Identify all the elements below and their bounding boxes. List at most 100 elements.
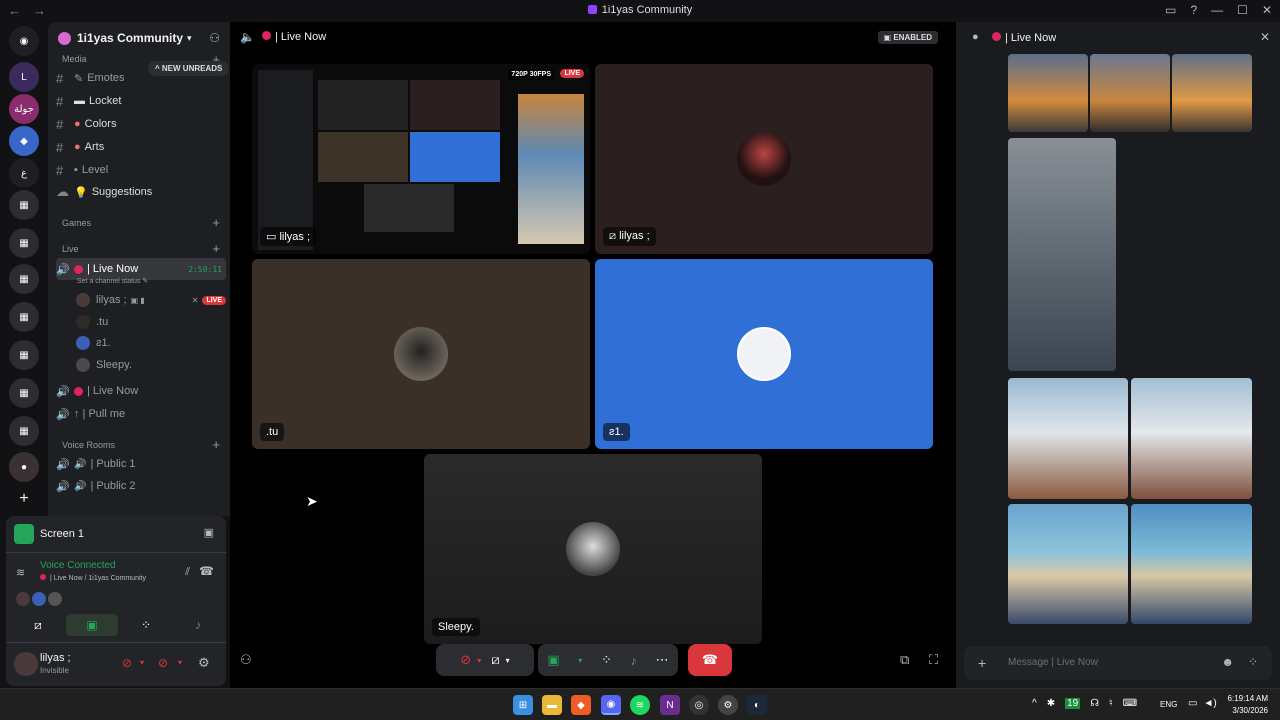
channel-colors[interactable]: # ● Colors (56, 114, 226, 134)
camera-off-button[interactable]: ⧄ (12, 614, 64, 636)
tray-app-icon[interactable]: 19 (1065, 698, 1081, 709)
close-chat-icon[interactable]: ✕ (1260, 30, 1270, 44)
leave-call-button[interactable]: ☎ (688, 644, 732, 676)
deafen-icon[interactable]: ⊘ (158, 656, 168, 670)
invite-icon[interactable]: ⚇ (240, 652, 252, 668)
inbox-icon[interactable]: ▭ (1165, 3, 1176, 17)
emoji-icon[interactable]: ☻ (1221, 655, 1234, 669)
voice-status[interactable]: Voice Connected (40, 560, 116, 571)
disconnect-icon[interactable]: ☎ (199, 564, 214, 578)
category-voice-rooms[interactable]: Voice Rooms (62, 440, 115, 450)
attachment-image[interactable] (1131, 504, 1252, 624)
attach-plus-icon[interactable]: + (978, 655, 986, 671)
voice-channel-live-now-2[interactable]: 🔊 | Live Now (56, 381, 226, 401)
stream-tile[interactable]: 720P 30FPS LIVE ▭ lilyas ; (252, 64, 590, 254)
voice-user[interactable]: ƨ1. (76, 333, 226, 353)
settings-icon[interactable]: ⚙ (718, 695, 738, 715)
server-icon[interactable]: L (9, 62, 39, 92)
signal-icon[interactable]: ≋ (16, 566, 25, 579)
voice-channel-pull-me[interactable]: 🔊 ↑ | Pull me (56, 404, 226, 424)
chevron-down-icon[interactable]: ▾ (578, 656, 582, 665)
maximize-button[interactable]: ☐ (1237, 3, 1248, 17)
chevron-down-icon[interactable]: ▾ (178, 658, 182, 667)
steam-icon[interactable]: ◐ (747, 695, 767, 715)
app-icon[interactable]: ◎ (689, 695, 709, 715)
server-folder-icon[interactable]: ▦ (9, 228, 39, 258)
server-icon[interactable]: ◆ (9, 126, 39, 156)
stop-stream-icon[interactable]: ▣ (204, 526, 214, 539)
channel-locket[interactable]: # ▬ Locket (56, 91, 226, 111)
avatar[interactable] (16, 592, 30, 606)
activities-icon[interactable]: ⁘ (601, 652, 612, 668)
headphones-icon[interactable]: ☊ (1090, 698, 1099, 709)
popout-icon[interactable]: ⧉ (900, 652, 909, 668)
mic-muted-icon[interactable]: ⊘ (122, 656, 132, 670)
chevron-down-icon[interactable]: ▾ (506, 656, 510, 665)
avatar[interactable] (48, 592, 62, 606)
soundboard-icon[interactable]: ♪ (631, 653, 638, 668)
screen-share-icon[interactable]: ▣ (547, 652, 559, 668)
participant-tile[interactable]: ⧄ lilyas ; (595, 64, 933, 254)
add-server-icon[interactable]: + (9, 484, 39, 514)
mic-muted-icon[interactable]: ⊘ (460, 652, 471, 668)
close-window-button[interactable]: ✕ (1262, 3, 1272, 17)
create-channel-icon[interactable]: + (212, 241, 220, 256)
category-live[interactable]: Live (62, 244, 79, 254)
file-explorer-icon[interactable]: ▬ (542, 695, 562, 715)
user-avatar[interactable] (14, 652, 38, 676)
tray-app-icon[interactable]: ✱ (1047, 698, 1055, 709)
create-channel-icon[interactable]: + (212, 437, 220, 452)
channel-emotes[interactable]: # ✎ Emotes (56, 68, 226, 88)
channel-arts[interactable]: # ● Arts (56, 137, 226, 157)
more-options-icon[interactable]: ⋯ (656, 652, 669, 668)
enabled-badge[interactable]: ▣ ENABLED (877, 31, 938, 44)
noise-suppression-icon[interactable]: ⫽ (185, 566, 190, 579)
message-input[interactable]: Message | Live Now (1008, 657, 1098, 668)
server-folder-icon[interactable]: ▦ (9, 190, 39, 220)
server-icon[interactable]: ● (9, 452, 39, 482)
channel-status[interactable]: Set a channel status ✎ (77, 277, 148, 285)
participant-tile[interactable]: Sleepy. (424, 454, 762, 644)
participant-tile[interactable]: ƨ1. (595, 259, 933, 449)
activities-button[interactable]: ⁘ (120, 614, 172, 636)
username[interactable]: lilyas ; (40, 652, 71, 664)
camera-off-icon[interactable]: ⧄ (491, 652, 499, 668)
attachment-image[interactable] (1008, 54, 1088, 132)
language-indicator[interactable]: ENG (1160, 700, 1177, 709)
spotify-icon[interactable]: ≋ (630, 695, 650, 715)
avatar[interactable] (32, 592, 46, 606)
clock[interactable]: 6:19:14 AM 3/30/2026 (1228, 693, 1268, 717)
attachment-image[interactable] (1131, 378, 1252, 499)
server-icon[interactable]: جولة (9, 94, 39, 124)
apps-icon[interactable]: ⁘ (1248, 655, 1258, 669)
brave-browser-icon[interactable]: ◆ (571, 695, 591, 715)
discord-icon[interactable]: ◉ (601, 695, 621, 715)
category-media[interactable]: Media (62, 54, 87, 64)
voice-channel-public-1[interactable]: 🔊 🔊 | Public 1 (56, 454, 226, 474)
mic-icon[interactable]: ♮ (1109, 698, 1113, 709)
help-icon[interactable]: ? (1190, 3, 1197, 17)
voice-user[interactable]: lilyas ; ▣ ▮ ✕ LIVE (76, 290, 226, 310)
chevron-up-icon[interactable]: ^ (1032, 698, 1037, 709)
attachment-video[interactable] (1008, 138, 1116, 371)
server-folder-icon[interactable]: ▦ (9, 340, 39, 370)
attachment-image[interactable] (1172, 54, 1252, 132)
voice-location[interactable]: | Live Now / 1i1yas Community (40, 574, 146, 582)
server-folder-icon[interactable]: ▦ (9, 264, 39, 294)
server-folder-icon[interactable]: ▦ (9, 378, 39, 408)
server-folder-icon[interactable]: ▦ (9, 416, 39, 446)
chevron-down-icon[interactable]: ▾ (140, 658, 144, 667)
direct-messages-icon[interactable]: ◉ (9, 26, 39, 56)
guild-header[interactable]: 1i1yas Community ▾ ⚇ (48, 22, 230, 54)
minimize-button[interactable]: — (1211, 3, 1223, 17)
soundboard-button[interactable]: ♪ (172, 614, 224, 636)
attachment-image[interactable] (1008, 378, 1128, 499)
tray-status-icons[interactable]: ▭ ◄) (1188, 698, 1217, 709)
voice-user[interactable]: .tu (76, 312, 226, 332)
fullscreen-icon[interactable]: ⛶ (929, 652, 938, 668)
category-games[interactable]: Games (62, 218, 91, 228)
settings-gear-icon[interactable]: ⚙ (198, 655, 210, 671)
channel-level[interactable]: # ▪ Level (56, 160, 226, 180)
add-member-icon[interactable]: ⚇ (209, 31, 220, 45)
keyboard-icon[interactable]: ⌨ (1123, 698, 1137, 709)
